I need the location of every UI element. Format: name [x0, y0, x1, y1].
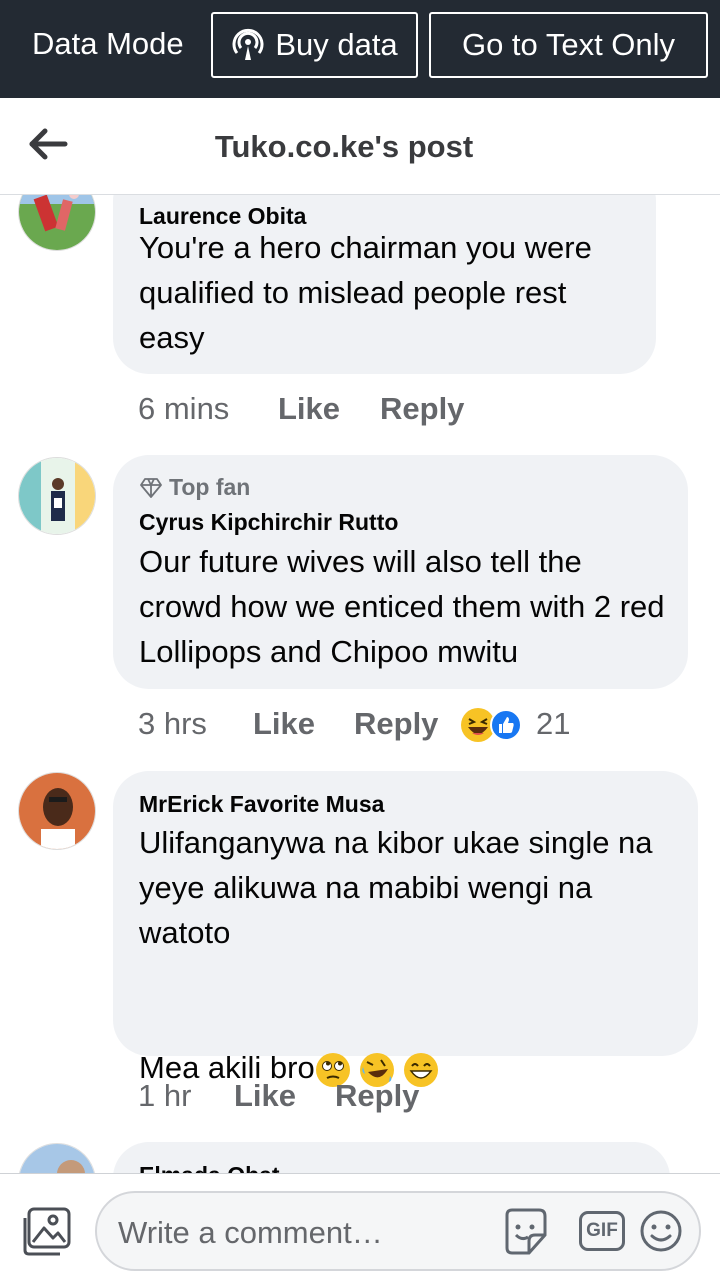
- comment-input-placeholder: Write a comment…: [118, 1215, 383, 1250]
- sticker-icon[interactable]: [499, 1205, 553, 1259]
- top-fan-label: Top fan: [169, 474, 251, 500]
- reply-button[interactable]: Reply: [380, 391, 464, 427]
- avatar[interactable]: [18, 457, 96, 535]
- comment-text: Ulifanganywa na kibor ukae single na yey…: [139, 825, 653, 950]
- comment-input[interactable]: Write a comment… GIF: [95, 1191, 701, 1271]
- buy-data-label: Buy data: [275, 27, 398, 62]
- comment-composer: Write a comment… GIF: [0, 1173, 720, 1281]
- comment-author[interactable]: Elmada Obat: [139, 1162, 280, 1173]
- emoji-icon[interactable]: [639, 1209, 683, 1253]
- comment-author[interactable]: Cyrus Kipchirchir Rutto: [139, 509, 398, 536]
- reply-button[interactable]: Reply: [354, 706, 438, 742]
- broadcast-icon: [232, 28, 264, 60]
- buy-data-button[interactable]: Buy data: [211, 12, 418, 78]
- avatar[interactable]: [18, 772, 96, 850]
- text-only-label: Go to Text Only: [461, 27, 676, 62]
- comment-author[interactable]: MrErick Favorite Musa: [139, 791, 384, 818]
- avatar[interactable]: [18, 195, 96, 251]
- like-button[interactable]: Like: [278, 391, 340, 427]
- comment-time: 1 hr: [138, 1078, 192, 1113]
- comment-bubble: MrErick Favorite Musa Ulifanganywa na ki…: [113, 771, 698, 1087]
- comment-bubble: Elmada Obat: [113, 1142, 670, 1173]
- gif-label: GIF: [586, 1220, 618, 1241]
- reaction-count[interactable]: 21: [536, 706, 570, 742]
- photo-icon[interactable]: [20, 1206, 74, 1258]
- comment-bubble: Laurence Obita You're a hero chairman yo…: [113, 195, 656, 374]
- comment-text-line: Mea akili bro: [139, 1000, 684, 1090]
- avatar[interactable]: [18, 1143, 96, 1173]
- post-header: Tuko.co.ke's post: [0, 98, 720, 195]
- reply-button[interactable]: Reply: [335, 1078, 419, 1114]
- reactions[interactable]: [460, 707, 530, 743]
- like-button[interactable]: Like: [234, 1078, 296, 1114]
- gif-button[interactable]: GIF: [579, 1211, 625, 1251]
- data-mode-bar: Data Mode Buy data Go to Text Only: [0, 0, 720, 98]
- like-reaction-icon: [490, 709, 522, 741]
- comment-bubble: Top fan Cyrus Kipchirchir Rutto Our futu…: [113, 455, 688, 689]
- comment-text: You're a hero chairman you were qualifie…: [139, 230, 592, 355]
- data-mode-label: Data Mode: [32, 26, 184, 61]
- top-fan-badge: Top fan: [139, 474, 250, 501]
- comment-time: 3 hrs: [138, 706, 207, 741]
- page-title: Tuko.co.ke's post: [214, 129, 474, 164]
- text-only-button[interactable]: Go to Text Only: [429, 12, 708, 78]
- comments-list: Laurence Obita You're a hero chairman yo…: [0, 195, 720, 1173]
- like-button[interactable]: Like: [253, 706, 315, 742]
- diamond-icon: [140, 477, 162, 498]
- comment-text: Our future wives will also tell the crow…: [139, 544, 665, 669]
- comment-time: 6 mins: [138, 391, 230, 426]
